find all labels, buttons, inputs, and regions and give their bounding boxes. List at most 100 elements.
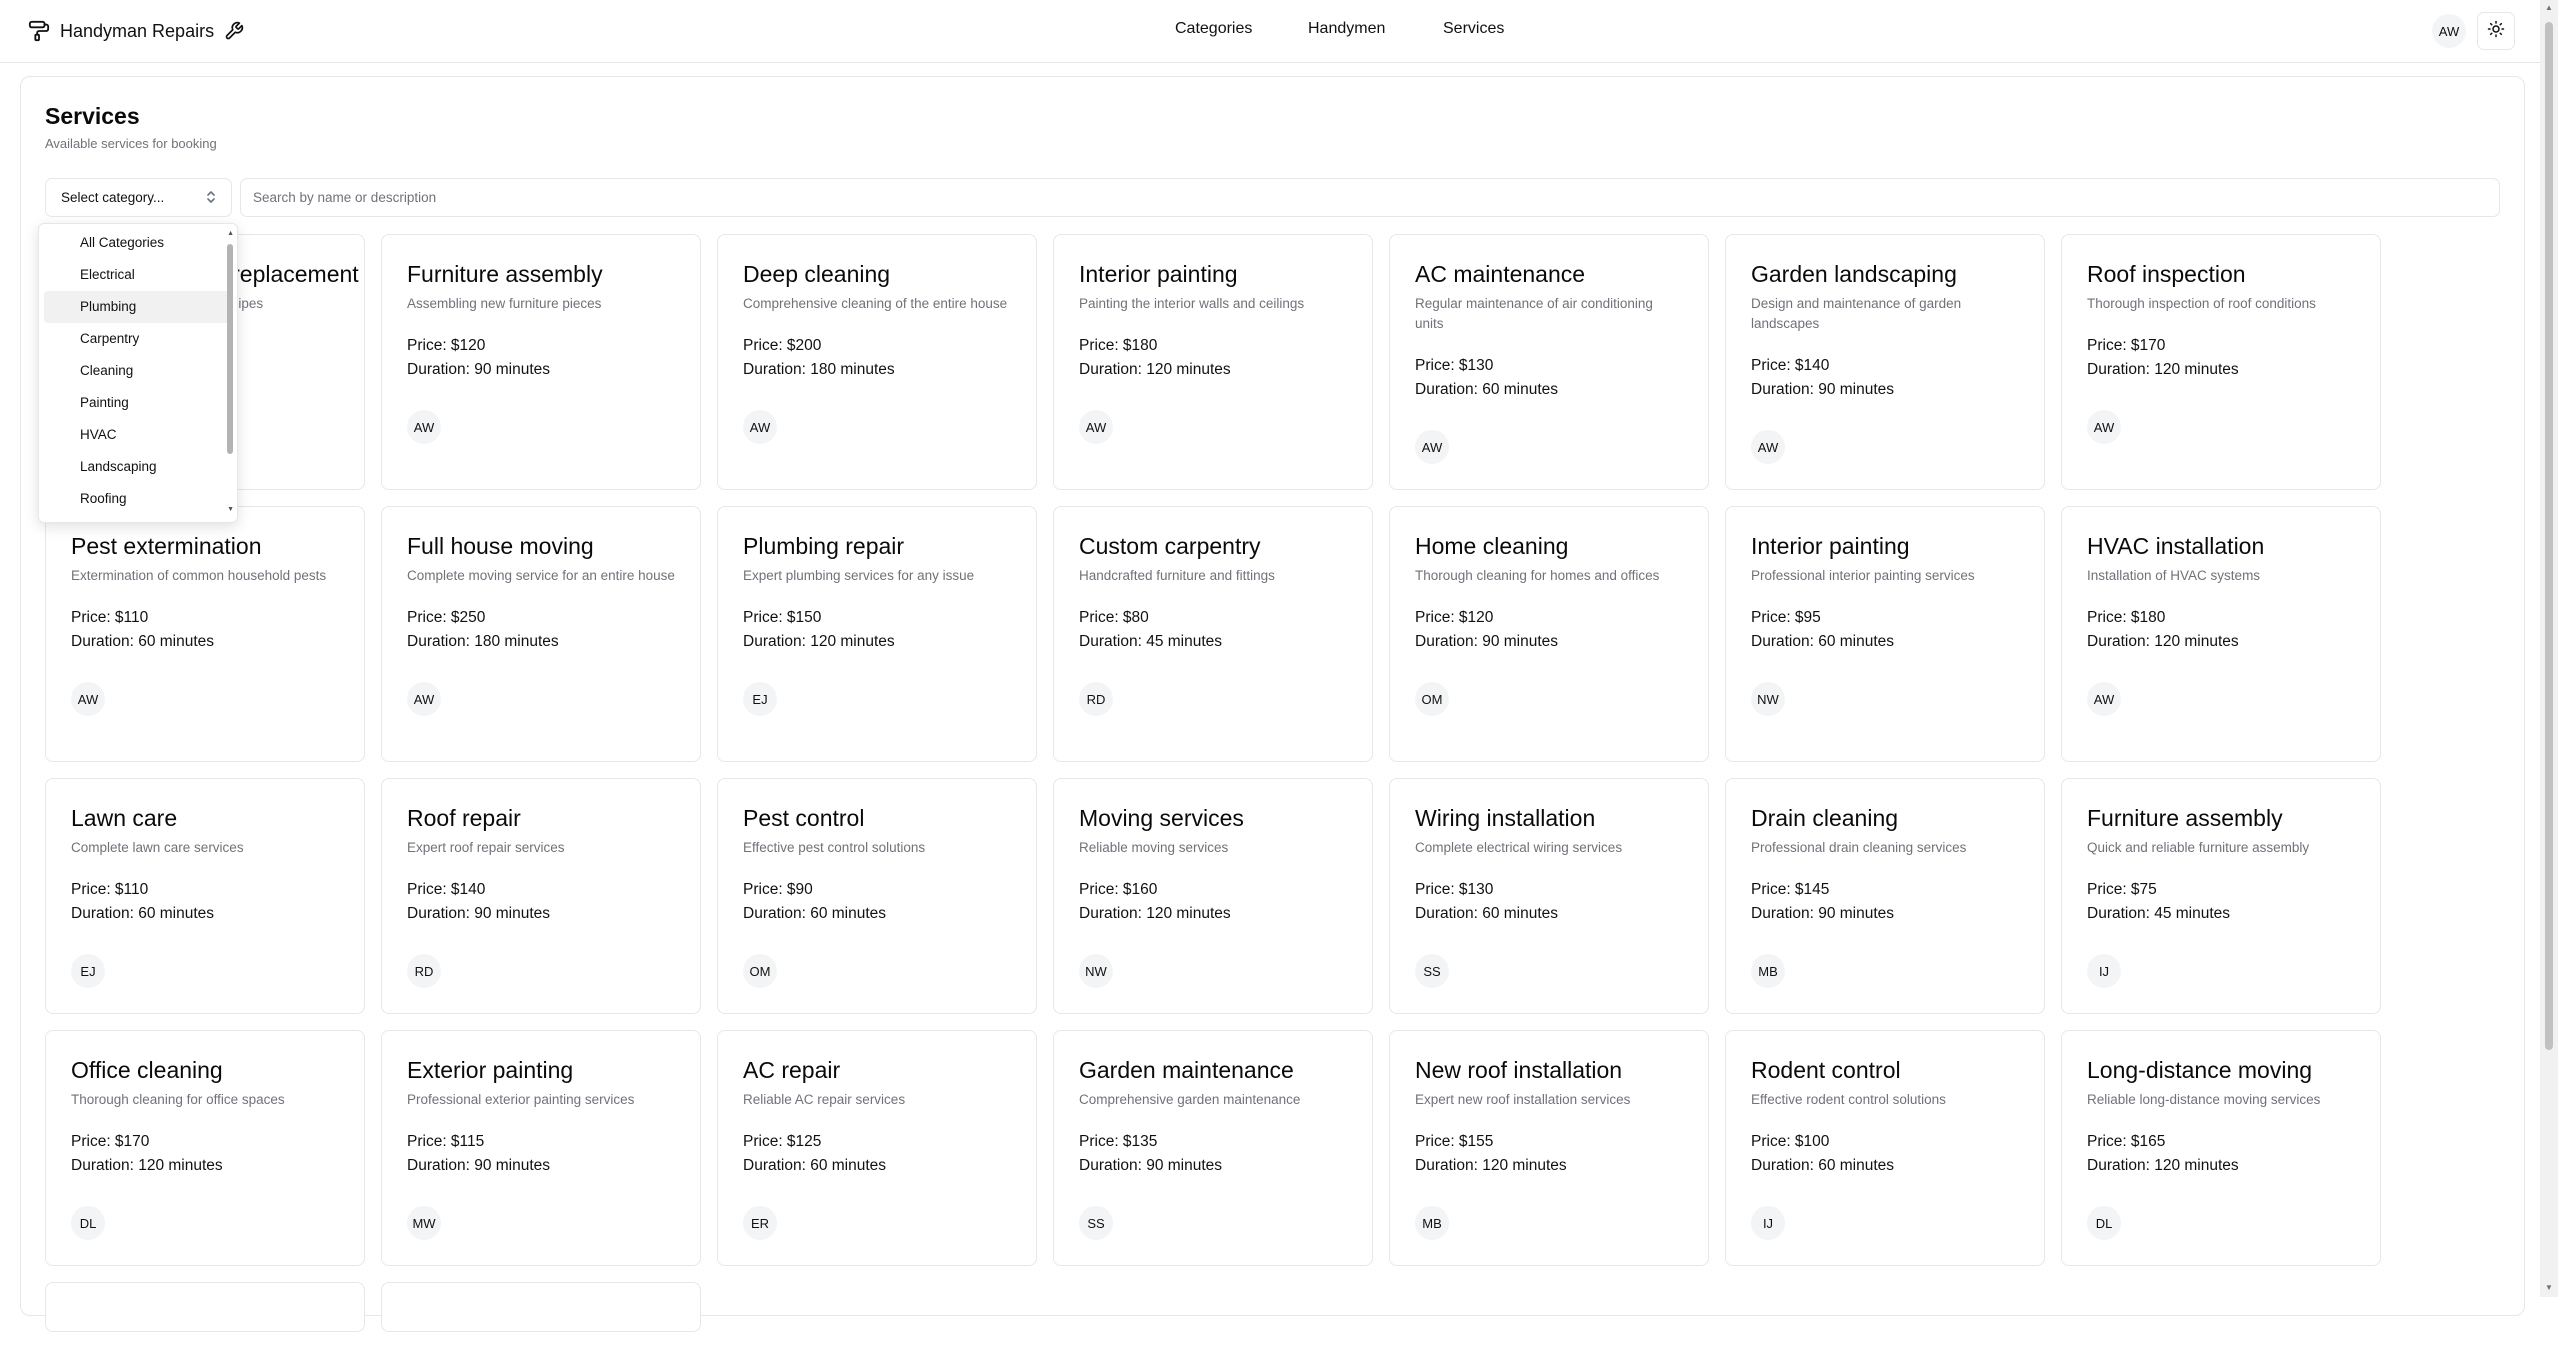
handyman-avatar: MB [1751,954,1785,988]
service-card[interactable]: Office cleaning Thorough cleaning for off… [45,1030,365,1266]
service-card[interactable]: Moving services Reliable moving services P… [1053,778,1373,1014]
service-card[interactable]: Pest control Effective pest control solut… [717,778,1037,1014]
service-name: Interior painting [1751,533,1910,559]
service-price: Price: $130 [1415,357,1494,374]
service-name: Home cleaning [1415,533,1569,559]
service-card[interactable]: Home cleaning Thorough cleaning for homes… [1389,506,1709,762]
service-price: Price: $170 [2087,337,2166,354]
service-price: Price: $135 [1079,1133,1158,1150]
service-price: Price: $90 [743,881,813,898]
service-card[interactable]: Exterior painting Professional exterior p… [381,1030,701,1266]
nav-services[interactable]: Services [1443,20,1504,38]
service-card[interactable]: Full house moving Complete moving service… [381,506,701,762]
service-duration: Duration: 120 minutes [2087,633,2239,650]
service-price: Price: $120 [407,337,486,354]
category-option-hvac[interactable]: HVAC [44,419,232,451]
service-duration: Duration: 90 minutes [1751,381,1895,398]
search-input[interactable] [240,178,2500,217]
service-card[interactable]: Furniture assembly Quick and reliable fur… [2061,778,2381,1014]
service-card[interactable]: AC maintenance Regular maintenance of air… [1389,234,1709,490]
service-card[interactable]: Roof inspection Thorough inspection of ro… [2061,234,2381,490]
handyman-avatar: RD [1079,682,1113,716]
category-option-painting[interactable]: Painting [44,387,232,419]
service-name: Roof inspection [2087,261,2246,287]
category-dropdown[interactable]: All Categories Electrical Plumbing Carpentr… [38,223,238,523]
category-option-electrical[interactable]: Electrical [44,259,232,291]
service-description: Professional drain cleaning services [1751,840,1967,855]
service-name: Office cleaning [71,1057,223,1083]
handyman-avatar: NW [1079,954,1113,988]
handyman-avatar: RD [407,954,441,988]
paint-roller-icon [28,20,50,42]
service-name: Exterior painting [407,1057,574,1083]
service-description: Comprehensive cleaning of the entire hou… [743,296,1008,311]
nav-categories[interactable]: Categories [1175,20,1252,38]
service-price: Price: $250 [407,609,486,626]
page-scrollbar-thumb[interactable] [2545,22,2553,1050]
service-name: Roof repair [407,805,521,831]
service-card[interactable]: HVAC installation Installation of HVAC sy… [2061,506,2381,762]
service-price: Price: $95 [1751,609,1821,626]
category-options: All Categories Electrical Plumbing Carpentr… [39,227,237,515]
service-duration: Duration: 60 minutes [1415,381,1559,398]
service-duration: Duration: 90 minutes [407,361,551,378]
service-description: Effective rodent control solutions [1751,1092,1946,1107]
service-description: Thorough cleaning for homes and offices [1415,568,1660,583]
service-duration: Duration: 45 minutes [2087,905,2231,922]
service-card[interactable]: Pest extermination Extermination of commo… [45,506,365,762]
nav-handymen[interactable]: Handymen [1308,20,1385,38]
service-description: Reliable moving services [1079,840,1229,855]
dropdown-scrollbar-thumb[interactable] [227,244,233,454]
service-name: Wiring installation [1415,805,1596,831]
service-card[interactable]: Wiring installation Complete electrical w… [1389,778,1709,1014]
category-option-plumbing[interactable]: Plumbing [44,291,232,323]
service-price: Price: $120 [1415,609,1494,626]
category-option-landscaping[interactable]: Landscaping [44,451,232,483]
service-card[interactable]: Furniture assembly Assembling new furnitu… [381,234,701,490]
user-avatar[interactable]: AW [2432,14,2466,48]
service-price: Price: $75 [2087,881,2157,898]
service-duration: Duration: 60 minutes [71,905,215,922]
service-price: Price: $160 [1079,881,1158,898]
service-card[interactable]: New roof installation Expert new roof ins… [1389,1030,1709,1266]
service-card[interactable]: Garden landscaping Design and maintenance… [1725,234,2045,490]
service-card[interactable]: Long-distance moving Reliable long-distan… [2061,1030,2381,1266]
service-card[interactable]: AC repair Reliable AC repair services Pric… [717,1030,1037,1266]
handyman-avatar: IJ [1751,1206,1785,1240]
service-card[interactable]: Custom carpentry Handcrafted furniture an… [1053,506,1373,762]
service-card[interactable]: Rodent control Effective rodent control s… [1725,1030,2045,1266]
service-card[interactable]: Lawn care Complete lawn care services Pric… [45,778,365,1014]
service-duration: Duration: 60 minutes [1751,1157,1895,1174]
handyman-avatar: DL [71,1206,105,1240]
wrench-icon [224,21,244,41]
brand-link[interactable]: Handyman Repairs [28,16,244,46]
service-card[interactable] [381,1282,701,1332]
service-card[interactable]: Deep cleaning Comprehensive cleaning of t… [717,234,1037,490]
service-card[interactable]: Garden maintenance Comprehensive garden m… [1053,1030,1373,1266]
service-duration: Duration: 60 minutes [743,905,887,922]
category-option-all-categories[interactable]: All Categories [44,227,232,259]
service-duration: Duration: 60 minutes [71,633,215,650]
scroll-down-arrow-icon[interactable]: ▼ [2543,1283,2555,1293]
theme-toggle-button[interactable] [2477,12,2515,50]
category-select-value: Select category... [61,190,165,205]
category-option-carpentry[interactable]: Carpentry [44,323,232,355]
service-card[interactable]: Plumbing repair Expert plumbing services … [717,506,1037,762]
handyman-avatar: AW [2087,682,2121,716]
service-description: Design and maintenance of garden landsca… [1751,296,1962,331]
service-card[interactable] [45,1282,365,1332]
category-option-roofing[interactable]: Roofing [44,483,232,515]
service-card[interactable]: Roof repair Expert roof repair services Pr… [381,778,701,1014]
service-description: Comprehensive garden maintenance [1079,1092,1301,1107]
dropdown-scroll-down-icon[interactable]: ▼ [227,506,234,513]
service-price: Price: $130 [1415,881,1494,898]
service-card[interactable]: Drain cleaning Professional drain cleanin… [1725,778,2045,1014]
service-card[interactable]: Interior painting Professional interior p… [1725,506,2045,762]
dropdown-scroll-up-icon[interactable]: ▲ [227,230,234,237]
handyman-avatar: AW [743,410,777,444]
category-option-cleaning[interactable]: Cleaning [44,355,232,387]
category-select[interactable]: Select category... [45,178,232,217]
service-card[interactable]: Interior painting Painting the interior w… [1053,234,1373,490]
scroll-up-arrow-icon[interactable]: ▲ [2543,3,2555,13]
service-description: Professional interior painting services [1751,568,1975,583]
